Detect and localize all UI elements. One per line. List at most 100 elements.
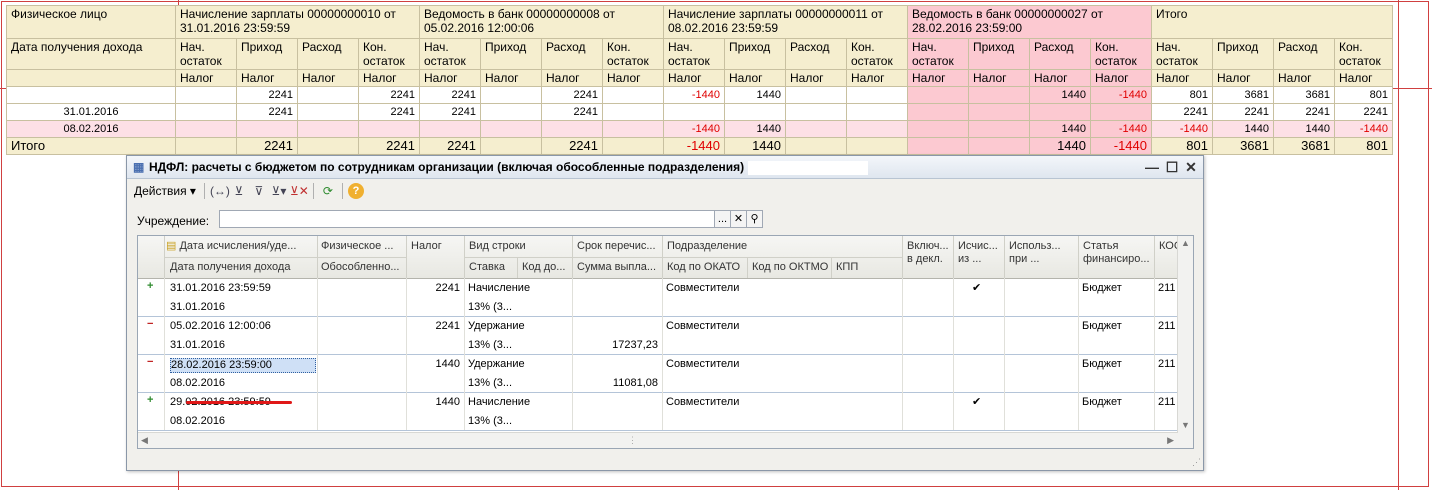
col-separate[interactable]: Обособленно... xyxy=(321,261,406,274)
select-button[interactable]: ... xyxy=(715,210,731,228)
table-row[interactable]: +31.01.2016 23:59:59 31.01.2016 2241 Начисл… xyxy=(138,278,1178,317)
resize-grip-icon[interactable]: ⋰ xyxy=(1192,457,1201,468)
row-sign-icon: − xyxy=(147,318,154,330)
close-icon[interactable]: ✕ xyxy=(1182,158,1200,176)
value-cell xyxy=(785,120,847,138)
dialog-titlebar: ▦ НДФЛ: расчеты с бюджетом по сотрудника… xyxy=(127,156,1203,179)
filter-clear-icon[interactable]: ⊻✕ xyxy=(290,182,309,200)
value-cell: 801 xyxy=(1334,137,1393,155)
header-tax: Налог xyxy=(968,69,1030,87)
col-transfer-term[interactable]: Срок перечис... xyxy=(577,240,662,253)
col-tax[interactable]: Налог xyxy=(411,240,461,253)
toolbar-separator xyxy=(203,183,205,199)
value-cell xyxy=(968,137,1030,155)
horizontal-scrollbar[interactable]: ◀ ⋮ ▶ xyxy=(138,432,1178,448)
col-income-date[interactable]: Дата получения дохода xyxy=(170,261,316,274)
table-row[interactable]: − 28.02.2016 23:59:00 08.02.2016 1440 Удержа… xyxy=(138,354,1178,393)
col-fin-article[interactable]: Статья финансиро... xyxy=(1083,240,1155,266)
col-included[interactable]: Включ... в декл. xyxy=(907,240,953,266)
filter-settings-icon[interactable]: ⊻▾ xyxy=(270,182,288,200)
header-group-1: Начисление зарплаты 00000000010 от 31.01… xyxy=(175,5,420,39)
header-tax: Налог xyxy=(1212,69,1274,87)
value-cell xyxy=(297,86,359,104)
clear-icon[interactable]: ✕ xyxy=(731,210,747,228)
col-calc-date[interactable]: ▤ Дата исчисления/уде... xyxy=(166,240,316,253)
tax-cell: 1440 xyxy=(435,396,460,408)
col-rate[interactable]: Ставка xyxy=(469,261,517,274)
row-sign-icon: − xyxy=(147,356,154,368)
department-cell: Совместители xyxy=(666,358,740,370)
filter-icon[interactable]: ⊻ xyxy=(230,182,248,200)
header-subcol: Расход xyxy=(297,38,359,70)
department-cell: Совместители xyxy=(666,282,740,294)
payout-sum-cell: 11081,08 xyxy=(612,377,658,389)
header-subcol: Приход xyxy=(724,38,786,70)
institution-input[interactable] xyxy=(219,210,715,228)
header-subcol: Расход xyxy=(785,38,847,70)
scroll-up-icon[interactable]: ▲ xyxy=(1181,238,1190,248)
header-tax: Налог xyxy=(907,69,969,87)
ndfl-dialog: ▦ НДФЛ: расчеты с бюджетом по сотрудника… xyxy=(126,155,1204,471)
value-cell: 2241 xyxy=(358,103,420,121)
col-income-code[interactable]: Код до... xyxy=(522,261,572,274)
col-okato[interactable]: Код по ОКАТО xyxy=(667,261,747,274)
value-cell: 2241 xyxy=(1334,103,1393,121)
value-cell: 3681 xyxy=(1212,137,1274,155)
fin-article-cell: Бюджет xyxy=(1082,396,1122,408)
col-kpp[interactable]: КПП xyxy=(836,261,896,274)
actions-menu-button[interactable]: Действия ▾ xyxy=(131,184,199,198)
header-subcol: Кон. остаток xyxy=(1090,38,1152,70)
institution-label: Учреждение: xyxy=(137,214,210,228)
minimize-icon[interactable]: — xyxy=(1143,158,1161,176)
col-used[interactable]: Использ... при ... xyxy=(1009,240,1079,266)
value-cell xyxy=(968,103,1030,121)
vertical-scrollbar[interactable]: ▲ ▼ xyxy=(1177,236,1193,448)
value-cell: 801 xyxy=(1334,86,1393,104)
value-cell xyxy=(602,86,664,104)
value-cell: 1440 xyxy=(1029,86,1091,104)
table-row[interactable]: +29.02.2016 23:59:5908.02.20161440Начисл… xyxy=(138,392,1178,431)
filter-list-icon[interactable]: ⊽ xyxy=(250,182,268,200)
header-tax: Налог xyxy=(1029,69,1091,87)
scroll-down-icon[interactable]: ▼ xyxy=(1181,420,1190,430)
payout-sum-cell: 17237,23 xyxy=(612,339,658,351)
value-cell: 2241 xyxy=(1151,103,1213,121)
ndfl-grid: ▤ Дата исчисления/уде... Дата получения … xyxy=(137,235,1194,449)
help-icon[interactable]: ? xyxy=(347,183,364,199)
maximize-icon[interactable]: ☐ xyxy=(1163,158,1181,176)
refresh-icon[interactable]: ⟳ xyxy=(319,182,337,200)
scroll-left-icon[interactable]: ◀ xyxy=(141,435,148,446)
col-department[interactable]: Подразделение xyxy=(667,240,902,253)
table-row[interactable]: − 05.02.2016 12:00:06 31.01.2016 2241 Удержа… xyxy=(138,316,1178,355)
col-payout-sum[interactable]: Сумма выпла... xyxy=(577,261,662,274)
col-kosgu[interactable]: КОС xyxy=(1159,240,1179,253)
value-cell xyxy=(785,86,847,104)
value-cell xyxy=(175,137,237,155)
value-cell: -1440 xyxy=(1334,120,1393,138)
header-subcol: Кон. остаток xyxy=(602,38,664,70)
scroll-right-icon[interactable]: ▶ xyxy=(1167,435,1174,446)
value-cell: 1440 xyxy=(1029,137,1091,155)
col-excluded[interactable]: Исчис... из ... xyxy=(958,240,1004,266)
row-label: 08.02.2016 xyxy=(6,120,176,138)
value-cell xyxy=(1029,103,1091,121)
check-icon: ✔ xyxy=(972,282,982,294)
col-person[interactable]: Физическое ... xyxy=(321,240,406,253)
value-cell xyxy=(907,103,969,121)
scroll-thumb-grip[interactable]: ⋮ xyxy=(628,435,637,446)
separator-line xyxy=(1398,0,1399,490)
value-cell xyxy=(663,103,725,121)
move-icon[interactable]: (↔) xyxy=(210,182,230,200)
value-cell xyxy=(602,137,664,155)
rate-cell: 13% (3... xyxy=(468,415,513,427)
value-cell xyxy=(541,120,603,138)
value-cell xyxy=(907,137,969,155)
header-group-total: Итого xyxy=(1151,5,1393,39)
col-oktmo[interactable]: Код по ОКТМО xyxy=(752,261,832,274)
search-icon[interactable]: ⚲ xyxy=(747,210,763,228)
value-cell: 3681 xyxy=(1273,86,1335,104)
kosgu-cell: 211 xyxy=(1158,358,1176,370)
header-subcol: Нач. остаток xyxy=(663,38,725,70)
col-row-type[interactable]: Вид строки xyxy=(469,240,569,253)
value-cell: 1440 xyxy=(724,120,786,138)
